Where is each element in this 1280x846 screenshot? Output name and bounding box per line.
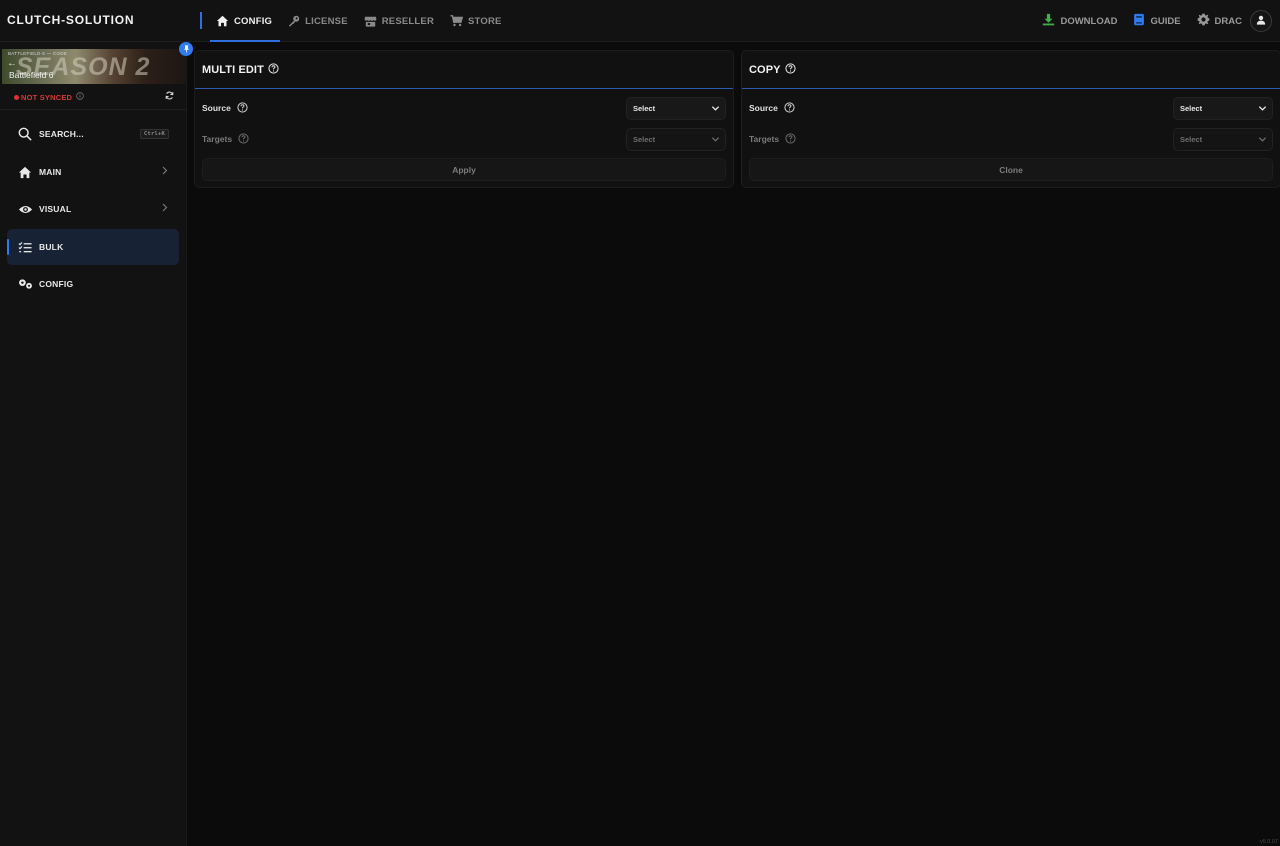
source-select-value: Select: [1180, 103, 1203, 113]
clone-button[interactable]: Clone: [749, 158, 1273, 181]
targets-select-value: Select: [633, 134, 656, 144]
download-button[interactable]: DOWNLOAD: [1042, 13, 1117, 29]
targets-label: Targets: [202, 132, 249, 146]
targets-row: Targets Select: [749, 127, 1273, 151]
nav-config[interactable]: CONFIG: [208, 0, 281, 42]
gears-icon: [17, 278, 33, 290]
help-icon[interactable]: [784, 101, 795, 115]
sidebar-item-visual-label: VISUAL: [39, 204, 72, 214]
download-label: DOWNLOAD: [1060, 15, 1118, 27]
avatar[interactable]: [1250, 10, 1272, 32]
panel-header: COPY: [742, 51, 1280, 89]
chevron-down-icon: [711, 104, 720, 115]
source-row: Source Select: [749, 96, 1273, 120]
cart-icon: [450, 15, 464, 27]
targets-label-text: Targets: [202, 134, 233, 144]
status-dot: [14, 94, 19, 100]
user-icon: [1256, 12, 1266, 30]
panel-title: COPY: [749, 63, 781, 76]
copy-panel: COPY Source Select Targets Select Clone: [741, 50, 1280, 188]
source-select[interactable]: Select: [1173, 96, 1273, 120]
top-nav: CONFIG LICENSE RESELLER STORE: [208, 0, 510, 42]
apply-button[interactable]: Apply: [202, 158, 726, 181]
search-icon: [17, 127, 33, 141]
sidebar-item-config[interactable]: CONFIG: [7, 266, 179, 302]
source-select[interactable]: Select: [626, 96, 726, 120]
help-icon[interactable]: [784, 62, 796, 77]
multi-edit-panel: MULTI EDIT Source Select Targets Select: [194, 50, 734, 188]
store-icon: [364, 16, 377, 27]
source-row: Source Select: [202, 96, 726, 120]
nav-reseller[interactable]: RESELLER: [356, 0, 442, 42]
game-name: Battlefield 6: [9, 70, 54, 80]
sync-status: NOT SYNCED: [14, 91, 174, 102]
targets-row: Targets Select: [202, 127, 726, 151]
chevron-right-icon: [162, 166, 168, 177]
help-icon[interactable]: [785, 132, 796, 146]
source-label: Source: [749, 101, 795, 115]
sidebar-item-main[interactable]: MAIN: [7, 154, 179, 190]
nav-license-label: LICENSE: [305, 15, 348, 27]
targets-select[interactable]: Select: [1173, 127, 1273, 151]
pin-badge[interactable]: [179, 42, 193, 56]
guide-label: GUIDE: [1150, 15, 1181, 27]
sidebar-search-label: SEARCH...: [39, 129, 84, 139]
sidebar-item-main-label: MAIN: [39, 167, 62, 177]
sidebar-item-bulk-label: BULK: [39, 242, 64, 252]
key-icon: [288, 15, 300, 27]
brand-logo: CLUTCH-SOLUTION: [7, 13, 135, 27]
top-bar: CLUTCH-SOLUTION CONFIG LICENSE RESELLER …: [0, 0, 1280, 42]
nav-config-label: CONFIG: [234, 15, 273, 27]
nav-reseller-label: RESELLER: [381, 15, 435, 27]
sidebar-item-bulk[interactable]: BULK: [7, 229, 179, 265]
home-icon: [17, 166, 33, 179]
targets-label: Targets: [749, 132, 796, 146]
nav-license[interactable]: LICENSE: [280, 0, 356, 42]
user-name: DRAC: [1214, 15, 1242, 27]
help-icon[interactable]: [268, 62, 279, 77]
user-menu-button[interactable]: DRAC: [1197, 13, 1242, 29]
pin-icon: [183, 40, 190, 58]
nav-store-label: STORE: [468, 15, 502, 27]
eye-icon: [17, 204, 33, 215]
back-arrow-icon[interactable]: ←: [7, 58, 17, 69]
sidebar-divider: [0, 109, 187, 110]
sidebar: BATTLEFIELD 6 — CODE SEASON 2 ← Battlefi…: [0, 42, 193, 846]
version-label: v5.0.07: [1259, 839, 1278, 845]
panel-header: MULTI EDIT: [195, 51, 733, 89]
source-label: Source: [202, 101, 248, 115]
targets-label-text: Targets: [749, 134, 780, 144]
sidebar-search[interactable]: SEARCH... Ctrl+K: [7, 116, 179, 152]
source-label-text: Source: [749, 103, 778, 113]
nav-store[interactable]: STORE: [442, 0, 510, 42]
chevron-down-icon: [711, 135, 720, 146]
chevron-down-icon: [1258, 135, 1267, 146]
sidebar-item-config-label: CONFIG: [39, 279, 74, 289]
source-select-value: Select: [633, 103, 656, 113]
help-icon[interactable]: [238, 132, 249, 146]
refresh-icon[interactable]: [165, 91, 174, 102]
info-icon[interactable]: [76, 92, 84, 102]
checklist-icon: [17, 241, 33, 254]
source-label-text: Source: [202, 103, 231, 113]
targets-select-value: Select: [1180, 134, 1203, 144]
chevron-right-icon: [162, 203, 168, 214]
download-icon: [1042, 13, 1055, 29]
book-icon: [1133, 13, 1145, 29]
targets-select[interactable]: Select: [626, 127, 726, 151]
sync-status-label: NOT SYNCED: [21, 92, 73, 102]
panel-title: MULTI EDIT: [202, 63, 264, 76]
gear-icon: [1197, 13, 1210, 29]
game-banner[interactable]: BATTLEFIELD 6 — CODE SEASON 2 ← Battlefi…: [2, 49, 186, 84]
sidebar-item-visual[interactable]: VISUAL: [7, 191, 179, 227]
home-icon: [216, 15, 229, 27]
top-right-actions: DOWNLOAD GUIDE DRAC: [1042, 0, 1272, 42]
help-icon[interactable]: [237, 101, 248, 115]
chevron-down-icon: [1258, 104, 1267, 115]
nav-divider: [200, 12, 202, 29]
guide-button[interactable]: GUIDE: [1133, 13, 1181, 29]
search-shortcut: Ctrl+K: [139, 129, 169, 139]
